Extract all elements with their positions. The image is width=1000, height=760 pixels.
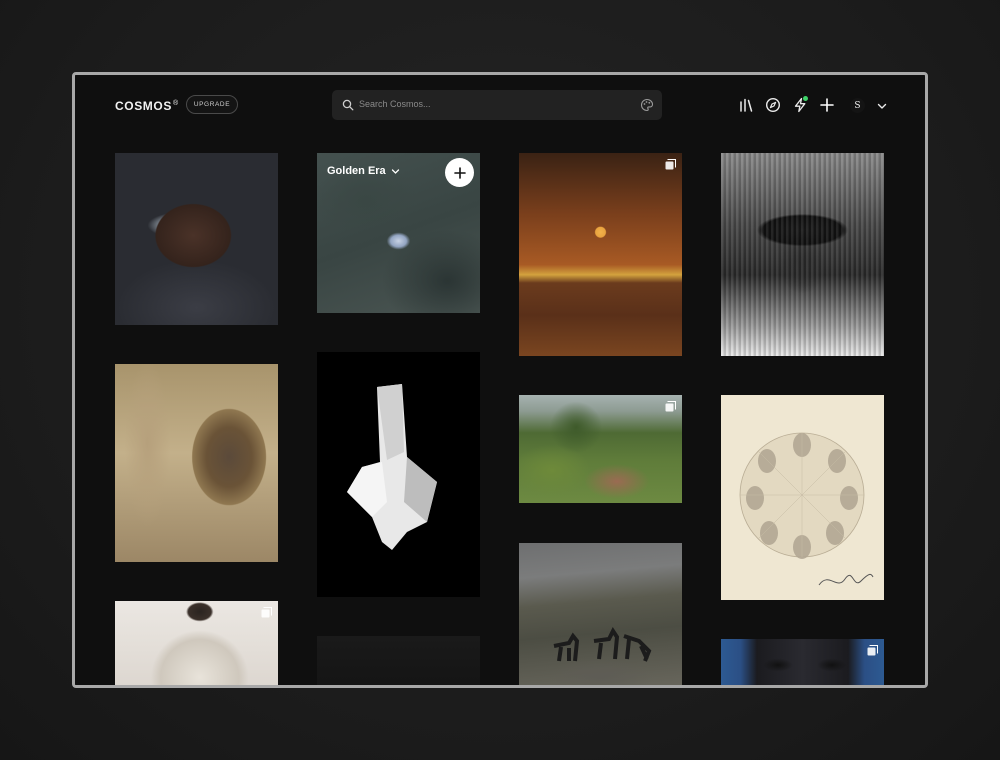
- image-tile-dark-image[interactable]: [317, 636, 480, 685]
- image-tile-cave-sculpture[interactable]: [115, 364, 278, 562]
- multi-image-icon: [261, 607, 272, 618]
- image-tile-horses-hillside[interactable]: [519, 543, 682, 685]
- search-bar[interactable]: Search Cosmos...: [332, 90, 662, 120]
- image-tile-blue-face[interactable]: [721, 639, 884, 685]
- image-tile-portrait-silver-face[interactable]: [115, 153, 278, 325]
- signature-drawing: [818, 573, 874, 586]
- logo-mark: ®: [172, 100, 179, 107]
- horses-silhouette: [553, 627, 652, 662]
- image-tile-sunset-sea[interactable]: [519, 153, 682, 356]
- multi-image-icon: [665, 159, 676, 170]
- chevron-down-icon: [391, 168, 399, 174]
- logo-text: COSMOS: [115, 99, 172, 113]
- multi-image-icon: [665, 401, 676, 412]
- multi-image-icon: [867, 645, 878, 656]
- palette-icon[interactable]: [640, 98, 654, 112]
- upgrade-label: UPGRADE: [193, 101, 231, 108]
- avatar[interactable]: S: [850, 98, 865, 113]
- sketch-drawing: [739, 432, 865, 559]
- search-input[interactable]: Search Cosmos...: [359, 99, 431, 109]
- board-label-text: Golden Era: [327, 165, 386, 177]
- image-tile-butterfly-water[interactable]: Golden Era: [317, 153, 480, 313]
- compass-icon[interactable]: [765, 97, 781, 113]
- chevron-down-icon[interactable]: [874, 98, 890, 114]
- board-label[interactable]: Golden Era: [327, 165, 400, 177]
- app-window: COSMOS® UPGRADE Search Cosmos... S Golde…: [72, 72, 928, 688]
- search-icon: [342, 99, 354, 111]
- logo[interactable]: COSMOS®: [115, 99, 179, 113]
- plus-icon[interactable]: [819, 97, 835, 113]
- image-tile-garden-landscape[interactable]: [519, 395, 682, 503]
- plus-icon: [453, 166, 466, 179]
- crystal-shape: [347, 384, 437, 550]
- upgrade-button[interactable]: UPGRADE: [186, 95, 238, 114]
- image-tile-white-crystal[interactable]: [317, 352, 480, 597]
- image-tile-circular-sketch[interactable]: [721, 395, 884, 600]
- cosmos-app: COSMOS® UPGRADE Search Cosmos... S Golde…: [75, 75, 925, 685]
- image-tile-white-dress-figure[interactable]: [115, 601, 278, 685]
- image-tile-hat-figure-glass[interactable]: [721, 153, 884, 356]
- add-to-board-button[interactable]: [445, 158, 474, 187]
- avatar-initial: S: [854, 100, 861, 111]
- library-icon[interactable]: [738, 97, 754, 113]
- notification-dot: [803, 96, 808, 101]
